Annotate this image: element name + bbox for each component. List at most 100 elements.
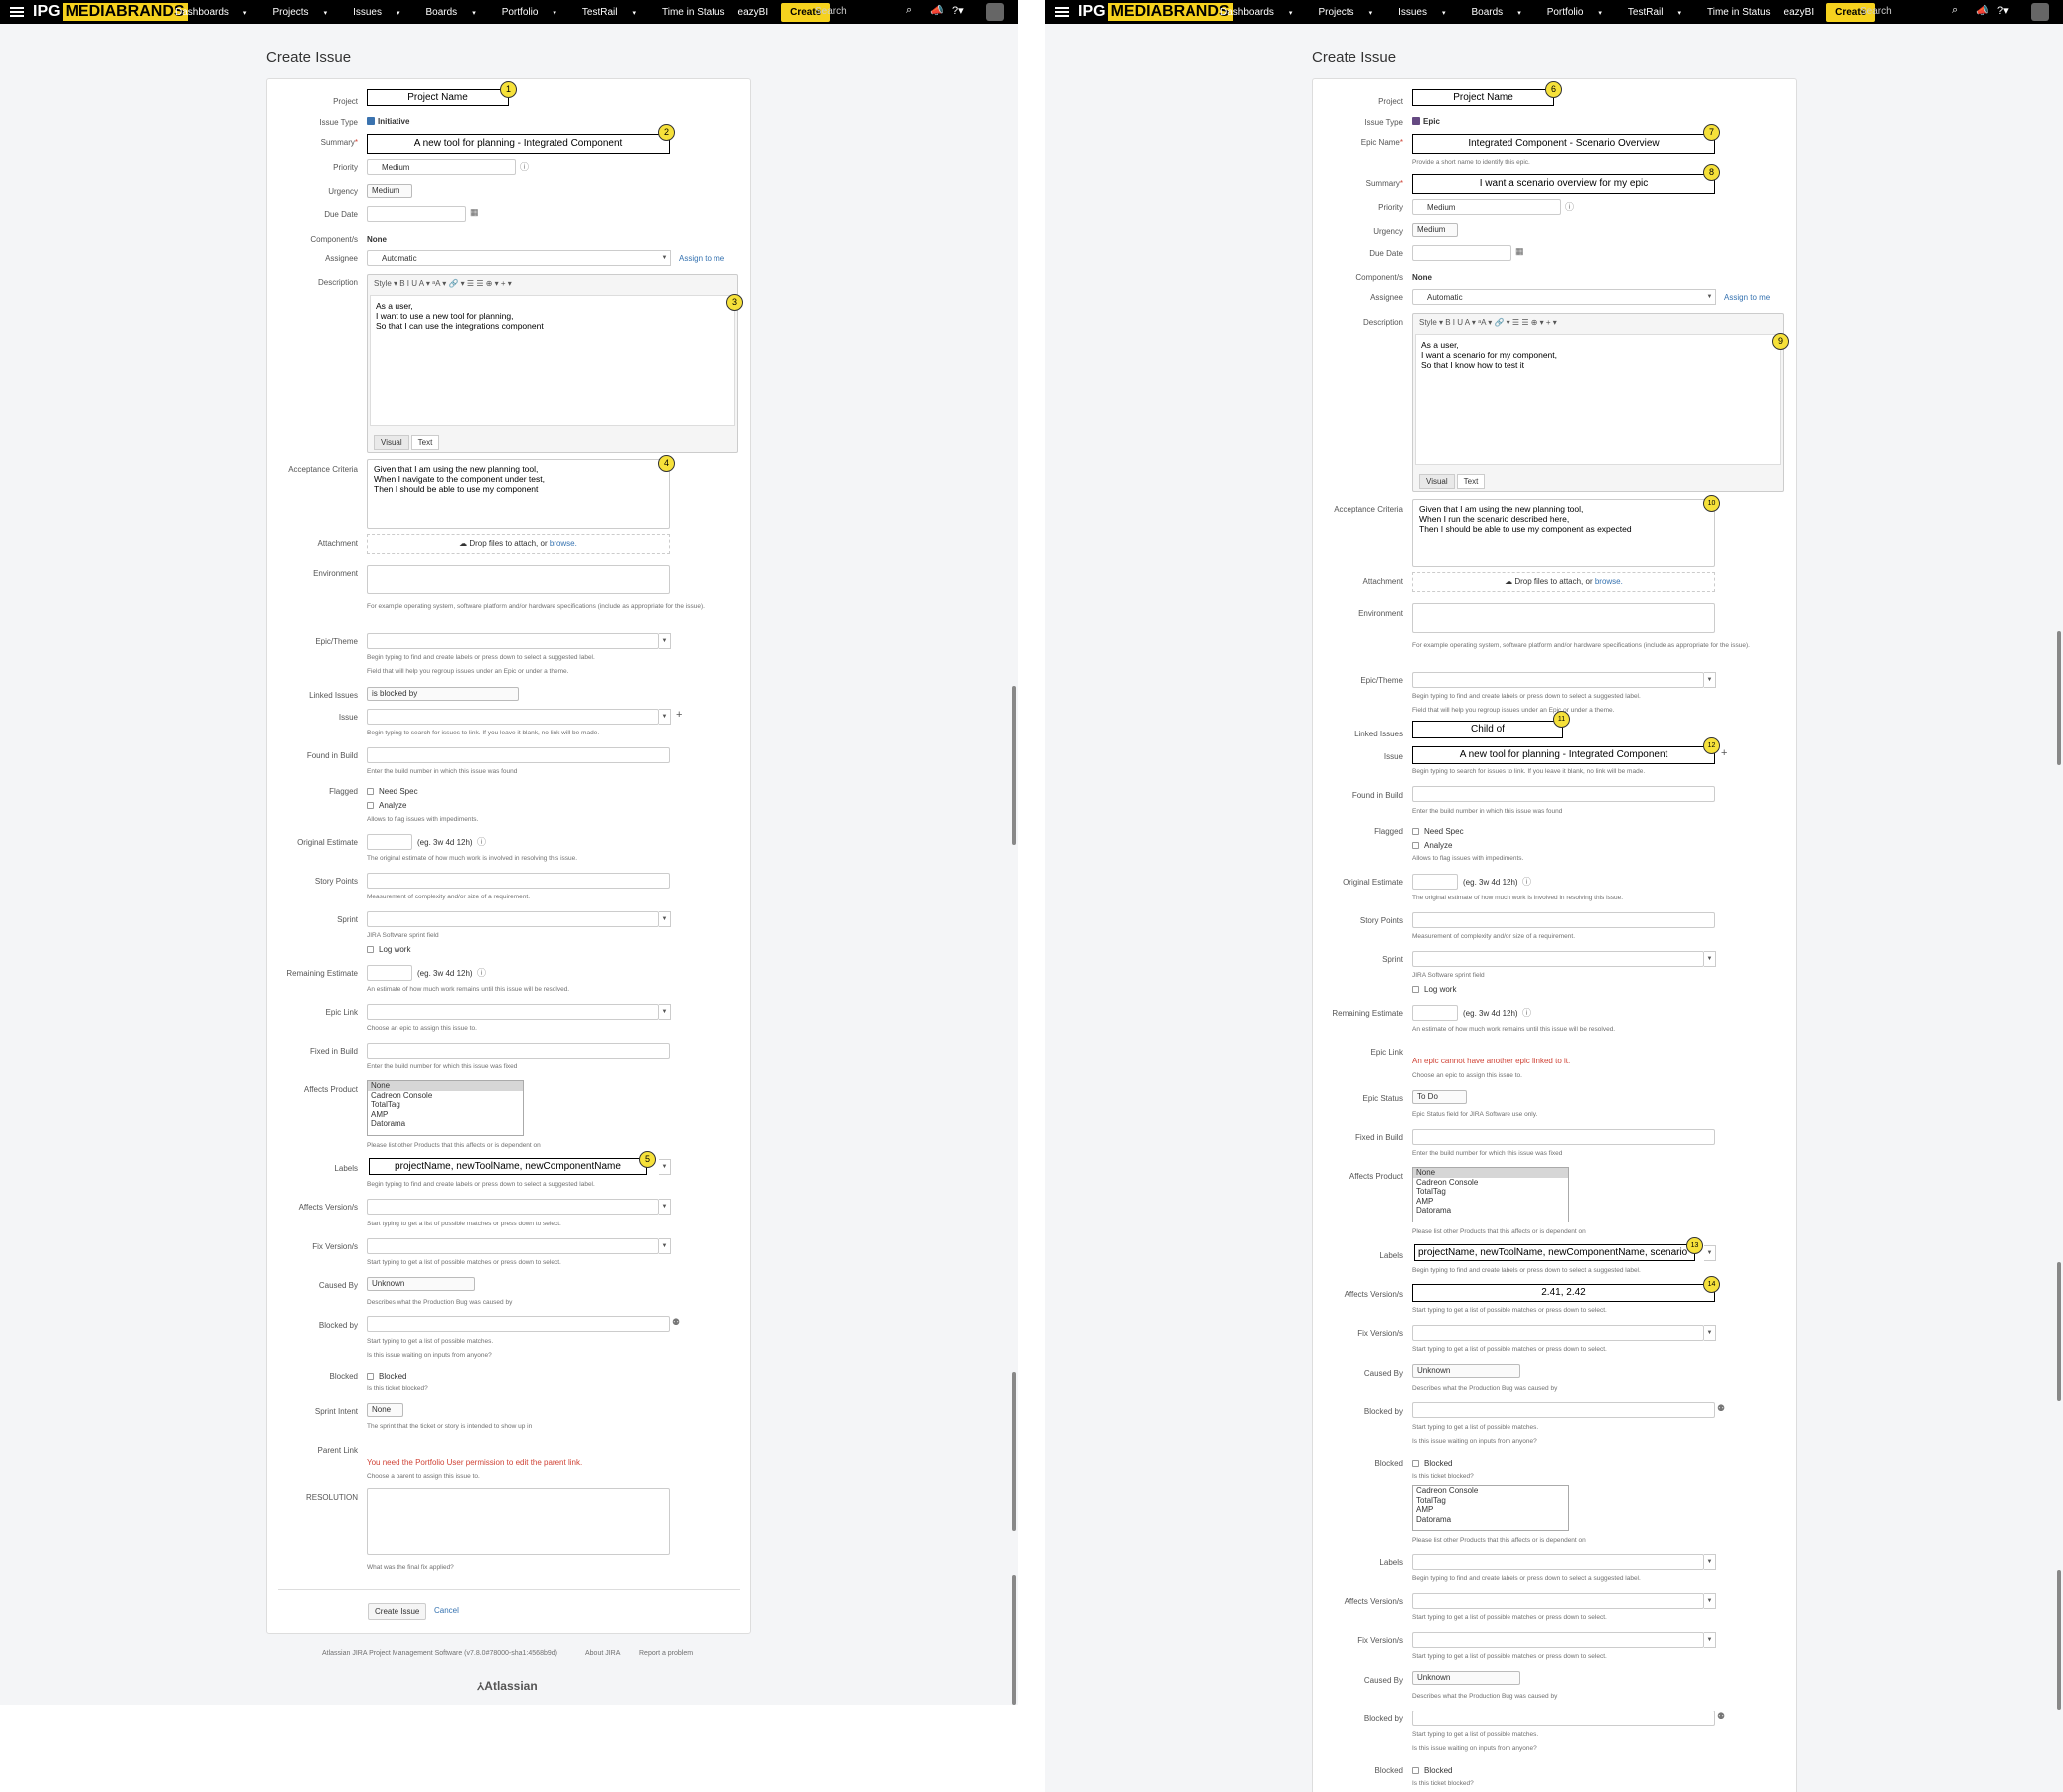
nav-issues[interactable]: Issues ▾ [353, 7, 412, 18]
fix-versions-field[interactable] [1412, 1632, 1704, 1648]
ipg-mediabrands-logo[interactable]: IPG MEDIABRANDS [33, 3, 188, 21]
sprint-intent-select[interactable]: None [367, 1403, 403, 1417]
tab-text[interactable]: Text [410, 435, 440, 450]
labels-field[interactable]: projectName, newToolName, newComponentNa… [369, 1158, 647, 1175]
calendar-icon[interactable]: ▦ [470, 207, 479, 218]
scrollbar[interactable] [1012, 686, 1016, 845]
description-text[interactable]: As a user, I want to use a new tool for p… [370, 295, 735, 426]
list-item[interactable]: Datorama [1413, 1515, 1568, 1525]
nav-issues[interactable]: Issues ▾ [1398, 7, 1458, 18]
nav-testrail[interactable]: TestRail ▾ [1628, 7, 1694, 18]
chevron-down-icon[interactable]: ▼ [1704, 1632, 1716, 1648]
found-in-build-field[interactable] [367, 747, 670, 763]
acceptance-criteria-field[interactable]: Given that I am using the new planning t… [367, 459, 670, 529]
list-item[interactable]: None [368, 1081, 523, 1091]
priority-select[interactable]: Medium [367, 159, 516, 175]
chevron-down-icon[interactable]: ▼ [659, 1159, 671, 1175]
analyze-checkbox[interactable]: Analyze [1412, 841, 1452, 850]
chevron-down-icon[interactable]: ▼ [1704, 1593, 1716, 1609]
chevron-down-icon[interactable]: ▼ [659, 1004, 671, 1020]
editor-toolbar[interactable]: Style ▾ B I U A ▾ ᵃA ▾ 🔗 ▾ ☰ ☰ ⊕ ▾ + ▾ [368, 275, 737, 293]
description-editor[interactable]: Style ▾ B I U A ▾ ᵃA ▾ 🔗 ▾ ☰ ☰ ⊕ ▾ + ▾ A… [367, 274, 738, 453]
remaining-estimate-field[interactable] [1412, 1005, 1458, 1021]
project-select[interactable]: Project Name [367, 89, 509, 106]
menu-icon[interactable] [1055, 5, 1069, 19]
environment-field[interactable] [367, 565, 670, 594]
list-item[interactable]: AMP [1413, 1505, 1568, 1515]
chevron-down-icon[interactable]: ▼ [659, 250, 671, 266]
chevron-down-icon[interactable]: ▼ [1704, 1245, 1716, 1261]
blocked-checkbox[interactable]: Blocked [1412, 1766, 1452, 1775]
affects-product-multiselect[interactable]: Cadreon Console TotalTag AMP Datorama [1412, 1485, 1569, 1531]
list-item[interactable]: Datorama [368, 1119, 523, 1129]
list-item[interactable]: TotalTag [1413, 1496, 1568, 1506]
scrollbar[interactable] [1012, 1372, 1016, 1531]
tab-text[interactable]: Text [1456, 474, 1486, 489]
chevron-down-icon[interactable]: ▼ [1704, 1325, 1716, 1341]
issue-type-select[interactable]: Epic [1412, 117, 1440, 126]
nav-time-in-status[interactable]: Time in Status [662, 7, 725, 18]
nav-portfolio[interactable]: Portfolio ▾ [1547, 7, 1615, 18]
user-picker-icon[interactable]: ⚉ [672, 1317, 680, 1328]
blocked-by-field[interactable] [1412, 1711, 1715, 1726]
remaining-estimate-field[interactable] [367, 965, 412, 981]
calendar-icon[interactable]: ▦ [1515, 246, 1524, 257]
user-picker-icon[interactable]: ⚉ [1717, 1403, 1725, 1414]
epic-link-field[interactable] [367, 1004, 659, 1020]
browse-link[interactable]: browse. [1595, 577, 1623, 586]
need-spec-checkbox[interactable]: Need Spec [1412, 827, 1464, 836]
nav-boards[interactable]: Boards ▾ [1472, 7, 1534, 18]
list-item[interactable]: AMP [368, 1110, 523, 1120]
list-item[interactable]: AMP [1413, 1197, 1568, 1207]
labels-field[interactable] [1412, 1554, 1704, 1570]
story-points-field[interactable] [1412, 912, 1715, 928]
blocked-by-field[interactable] [367, 1316, 670, 1332]
nav-projects[interactable]: Projects ▾ [272, 7, 340, 18]
attachment-dropzone[interactable]: ☁ Drop files to attach, or browse. [1412, 572, 1715, 592]
browse-link[interactable]: browse. [550, 539, 577, 548]
list-item[interactable]: TotalTag [368, 1100, 523, 1110]
urgency-select[interactable]: Medium [1412, 223, 1458, 237]
fixed-in-build-field[interactable] [367, 1043, 670, 1059]
caused-by-select[interactable]: Unknown [367, 1277, 475, 1291]
nav-dashboards[interactable]: Dashboards ▾ [175, 7, 259, 18]
scrollbar[interactable] [2057, 1570, 2061, 1710]
description-editor[interactable]: Style ▾ B I U A ▾ ᵃA ▾ 🔗 ▾ ☰ ☰ ⊕ ▾ + ▾ A… [1412, 313, 1784, 492]
affects-versions-field[interactable] [1412, 1593, 1704, 1609]
help-icon[interactable]: ⓘ [1565, 200, 1574, 213]
avatar[interactable] [986, 3, 1004, 21]
summary-field[interactable]: A new tool for planning - Integrated Com… [367, 134, 670, 154]
chevron-down-icon[interactable]: ▼ [659, 1238, 671, 1254]
nav-projects[interactable]: Projects ▾ [1318, 7, 1385, 18]
tab-visual[interactable]: Visual [1419, 474, 1455, 489]
need-spec-checkbox[interactable]: Need Spec [367, 787, 418, 796]
add-icon[interactable]: + [1721, 747, 1727, 759]
project-select[interactable]: Project Name [1412, 89, 1554, 106]
issue-link-field[interactable]: A new tool for planning - Integrated Com… [1412, 746, 1715, 764]
summary-field[interactable]: I want a scenario overview for my epic [1412, 174, 1715, 194]
caused-by-select[interactable]: Unknown [1412, 1364, 1520, 1378]
help-icon[interactable]: ⓘ [1522, 1006, 1531, 1019]
sprint-field[interactable] [1412, 951, 1704, 967]
list-item[interactable]: None [1413, 1168, 1568, 1178]
editor-toolbar[interactable]: Style ▾ B I U A ▾ ᵃA ▾ 🔗 ▾ ☰ ☰ ⊕ ▾ + ▾ [1413, 314, 1783, 332]
affects-versions-field[interactable]: 2.41, 2.42 [1412, 1284, 1715, 1302]
fixed-in-build-field[interactable] [1412, 1129, 1715, 1145]
found-in-build-field[interactable] [1412, 786, 1715, 802]
help-icon[interactable]: ⓘ [477, 835, 486, 848]
chevron-down-icon[interactable]: ▼ [1704, 289, 1716, 305]
scrollbar[interactable] [2057, 631, 2061, 765]
assignee-select[interactable]: Automatic [367, 250, 661, 266]
assign-to-me-link[interactable]: Assign to me [679, 254, 724, 263]
priority-select[interactable]: Medium [1412, 199, 1561, 215]
search-icon[interactable]: ⌕ [906, 4, 912, 17]
story-points-field[interactable] [367, 873, 670, 889]
blocked-by-field[interactable] [1412, 1402, 1715, 1418]
footer-about-link[interactable]: About JIRA [585, 1650, 620, 1657]
labels-field[interactable]: projectName, newToolName, newComponentNa… [1414, 1244, 1695, 1261]
search-input[interactable]: Search [815, 4, 914, 20]
create-issue-button[interactable]: Create Issue [368, 1603, 427, 1620]
help-icon[interactable]: ⓘ [477, 966, 486, 979]
issue-link-field[interactable] [367, 709, 659, 725]
acceptance-criteria-field[interactable]: Given that I am using the new planning t… [1412, 499, 1715, 567]
